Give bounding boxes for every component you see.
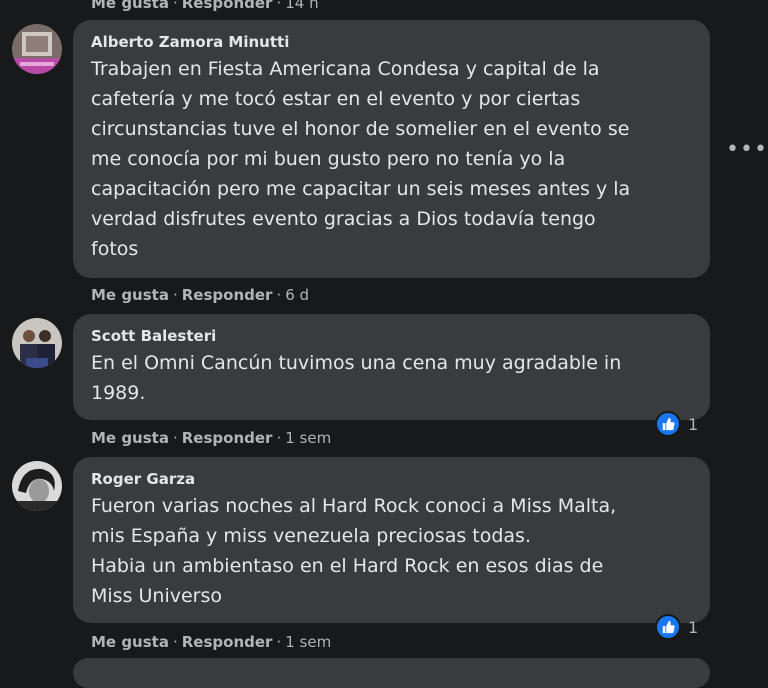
comment-text: En el Omni Cancún tuvimos una cena muy a… (91, 352, 622, 404)
avatar-photo-icon (12, 318, 62, 368)
like-icon (655, 411, 681, 437)
comment-bubble: Roger Garza Fueron varias noches al Hard… (73, 457, 710, 623)
separator: · (172, 429, 178, 447)
separator: · (276, 429, 282, 447)
avatar[interactable] (12, 318, 62, 368)
reaction-count[interactable]: 1 (655, 614, 698, 640)
comment-bubble-partial (73, 658, 710, 688)
timestamp[interactable]: 1 sem (285, 429, 331, 447)
timestamp[interactable]: 14 h (285, 0, 318, 12)
separator: · (276, 0, 282, 12)
separator: · (276, 633, 282, 651)
reply-link[interactable]: Responder (182, 0, 273, 12)
timestamp[interactable]: 1 sem (285, 633, 331, 651)
reply-link[interactable]: Responder (182, 429, 273, 447)
comment-actions: Me gusta · Responder · 1 sem (91, 429, 331, 447)
comment-author[interactable]: Roger Garza (91, 469, 692, 489)
reaction-count[interactable]: 1 (655, 411, 698, 437)
avatar[interactable] (12, 461, 62, 511)
timestamp[interactable]: 6 d (285, 286, 309, 304)
comment-actions: Me gusta · Responder · 1 sem (91, 633, 331, 651)
like-link[interactable]: Me gusta (91, 0, 169, 12)
separator: · (172, 633, 178, 651)
like-icon (655, 614, 681, 640)
avatar-photo-icon (12, 24, 62, 74)
comment-text: Trabajen en Fiesta Americana Condesa y c… (91, 58, 631, 260)
separator: · (276, 286, 282, 304)
avatar-photo-icon (12, 461, 62, 511)
comment-bubble: Alberto Zamora Minutti Trabajen en Fiest… (73, 20, 710, 278)
comment-actions: Me gusta · Responder · 6 d (91, 286, 309, 304)
comment-author[interactable]: Scott Balesteri (91, 326, 692, 346)
like-link[interactable]: Me gusta (91, 633, 169, 651)
avatar[interactable] (12, 24, 62, 74)
comment-author[interactable]: Alberto Zamora Minutti (91, 32, 692, 52)
comment-text: Fueron varias noches al Hard Rock conoci… (91, 495, 617, 607)
reaction-count-number: 1 (688, 414, 699, 434)
like-link[interactable]: Me gusta (91, 286, 169, 304)
reply-link[interactable]: Responder (182, 633, 273, 651)
comment-bubble: Scott Balesteri En el Omni Cancún tuvimo… (73, 314, 710, 420)
reaction-count-number: 1 (688, 617, 699, 637)
separator: · (172, 0, 178, 12)
more-options-icon[interactable]: ••• (726, 139, 768, 161)
comment-actions-top: Me gusta · Responder · 14 h (91, 0, 319, 12)
separator: · (172, 286, 178, 304)
reply-link[interactable]: Responder (182, 286, 273, 304)
like-link[interactable]: Me gusta (91, 429, 169, 447)
